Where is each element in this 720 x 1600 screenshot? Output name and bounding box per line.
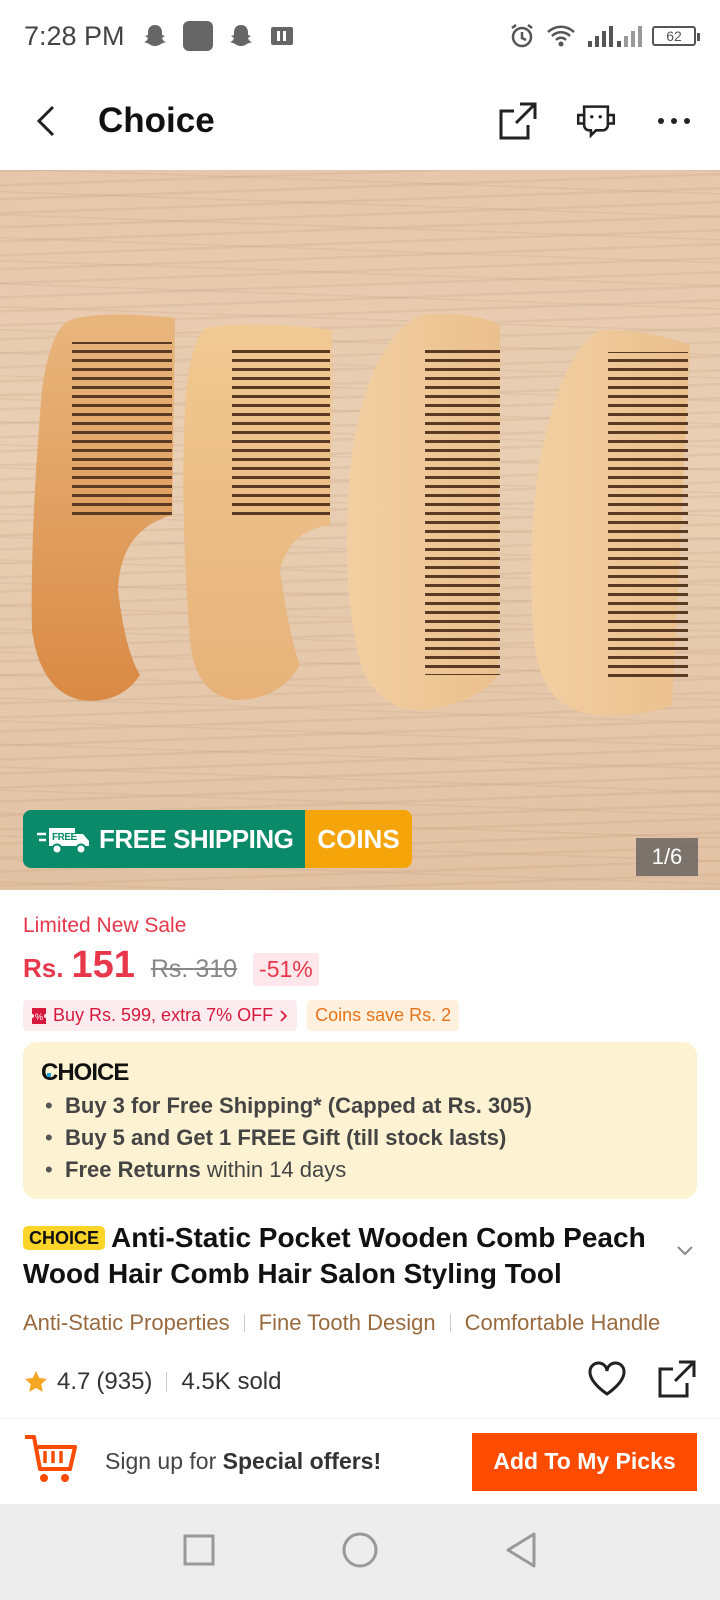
product-title: CHOICE Anti-Static Pocket Wooden Comb Pea… [23,1220,673,1292]
signup-offers-text[interactable]: Sign up for Special offers! [105,1448,381,1475]
extra-off-text: Buy Rs. 599, extra 7% OFF [53,1005,274,1025]
support-bot-icon [576,105,616,139]
more-options-button[interactable] [652,99,696,143]
top-nav-bar: Choice [0,72,720,170]
product-photo [31,313,690,716]
feature-tag: Anti-Static Properties [23,1310,230,1335]
square-icon [183,1534,215,1565]
battery-icon: 62 [652,26,700,46]
chevron-down-icon [677,1246,693,1256]
expand-title-button[interactable] [676,1244,694,1262]
share-button[interactable] [496,99,540,143]
benefit-item: Buy 5 and Get 1 FREE Gift (till stock la… [41,1122,679,1154]
comb-1 [31,314,176,701]
product-title-text: Anti-Static Pocket Wooden Comb Peach Woo… [23,1222,646,1289]
product-image-carousel[interactable]: FREE FREE SHIPPING COINS 1/6 [0,170,720,890]
benefit-item: Free Returns within 14 days [41,1154,679,1186]
bottom-action-bar: Sign up for Special offers! Add To My Pi… [0,1418,720,1504]
payment-app-icon [270,27,293,45]
comb-4 [531,330,690,716]
system-nav-bar [0,1504,720,1600]
free-shipping-label: FREE SHIPPING [99,823,294,854]
coins-save-promo: Coins save Rs. 2 [307,1000,460,1031]
price-row: Rs. 151 Rs. 310 -51% [23,944,319,987]
feature-tag: Comfortable Handle [464,1310,661,1335]
delivery-truck-icon: FREE [37,828,89,855]
review-count[interactable]: (935) [96,1368,152,1396]
coupon-icon: % [32,1007,46,1024]
promo-row: % Buy Rs. 599, extra 7% OFF Coins save R… [23,1000,460,1031]
sold-count: 4.5K sold [181,1368,282,1395]
share-product-button[interactable] [657,1359,697,1406]
home-button[interactable] [341,1531,379,1574]
choice-benefits-list: Buy 3 for Free Shipping* (Capped at Rs. … [41,1090,679,1186]
more-dots-icon [658,118,690,124]
current-price: 151 [71,944,135,986]
app-notification-icon [182,21,213,51]
image-counter: 1/6 [636,838,698,876]
customer-service-button[interactable] [574,99,618,143]
recent-apps-button[interactable] [182,1533,216,1572]
free-tag-text: FREE [52,832,78,843]
original-price: Rs. 310 [150,955,238,983]
alarm-icon [511,24,533,48]
share-icon [658,1360,696,1397]
star-icon [25,1371,47,1392]
comb-3 [346,313,500,711]
divider [449,1314,451,1332]
choice-logo: CHOICE [41,1056,679,1086]
free-shipping-coins-badge: FREE FREE SHIPPING COINS [23,810,412,868]
choice-logo-mark: CHOICE [41,1059,130,1083]
status-bar: 7:28 PM 62 [0,0,720,72]
back-button[interactable] [24,99,68,143]
wifi-icon [547,25,575,47]
rating-row: 4.7 (935) 4.5K sold [23,1360,697,1404]
svg-text:CHOICE: CHOICE [41,1059,129,1083]
back-nav-button[interactable] [504,1531,538,1574]
svg-text:%: % [35,1012,43,1022]
choice-tag: CHOICE [23,1226,106,1250]
chevron-left-icon [36,105,55,137]
system-icons: 62 [508,22,700,50]
product-actions [587,1359,697,1406]
share-icon [499,102,537,140]
chevron-right-icon [280,1009,288,1022]
feature-tags: Anti-Static Properties Fine Tooth Design… [23,1306,697,1340]
signal-icon [588,26,642,47]
notification-icons [141,21,295,51]
add-to-my-picks-button[interactable]: Add To My Picks [472,1432,697,1491]
divider [166,1372,168,1392]
page-title: Choice [98,101,215,140]
price-currency: Rs. [23,953,64,983]
wishlist-button[interactable] [587,1361,627,1404]
snapchat-icon [143,25,166,46]
snapchat-icon [229,25,252,46]
circle-icon [342,1532,378,1567]
choice-benefits-card: CHOICE Buy 3 for Free Shipping* (Capped … [23,1042,697,1199]
free-shipping-badge: FREE FREE SHIPPING [23,810,306,868]
shopping-cart-icon [25,1435,77,1482]
discount-badge: -51% [253,953,319,986]
triangle-back-icon [506,1532,536,1567]
extra-off-promo[interactable]: % Buy Rs. 599, extra 7% OFF [23,1000,298,1031]
sale-label: Limited New Sale [23,914,187,937]
divider [243,1314,245,1332]
benefit-item: Buy 3 for Free Shipping* (Capped at Rs. … [41,1090,679,1122]
coins-badge: COINS [305,810,412,868]
comb-2 [183,324,332,700]
rating-value[interactable]: 4.7 [57,1368,90,1396]
header-actions [496,99,696,143]
feature-tag: Fine Tooth Design [258,1310,436,1335]
heart-icon [588,1361,626,1396]
cart-button[interactable] [23,1431,79,1492]
status-time: 7:28 PM [24,20,125,51]
